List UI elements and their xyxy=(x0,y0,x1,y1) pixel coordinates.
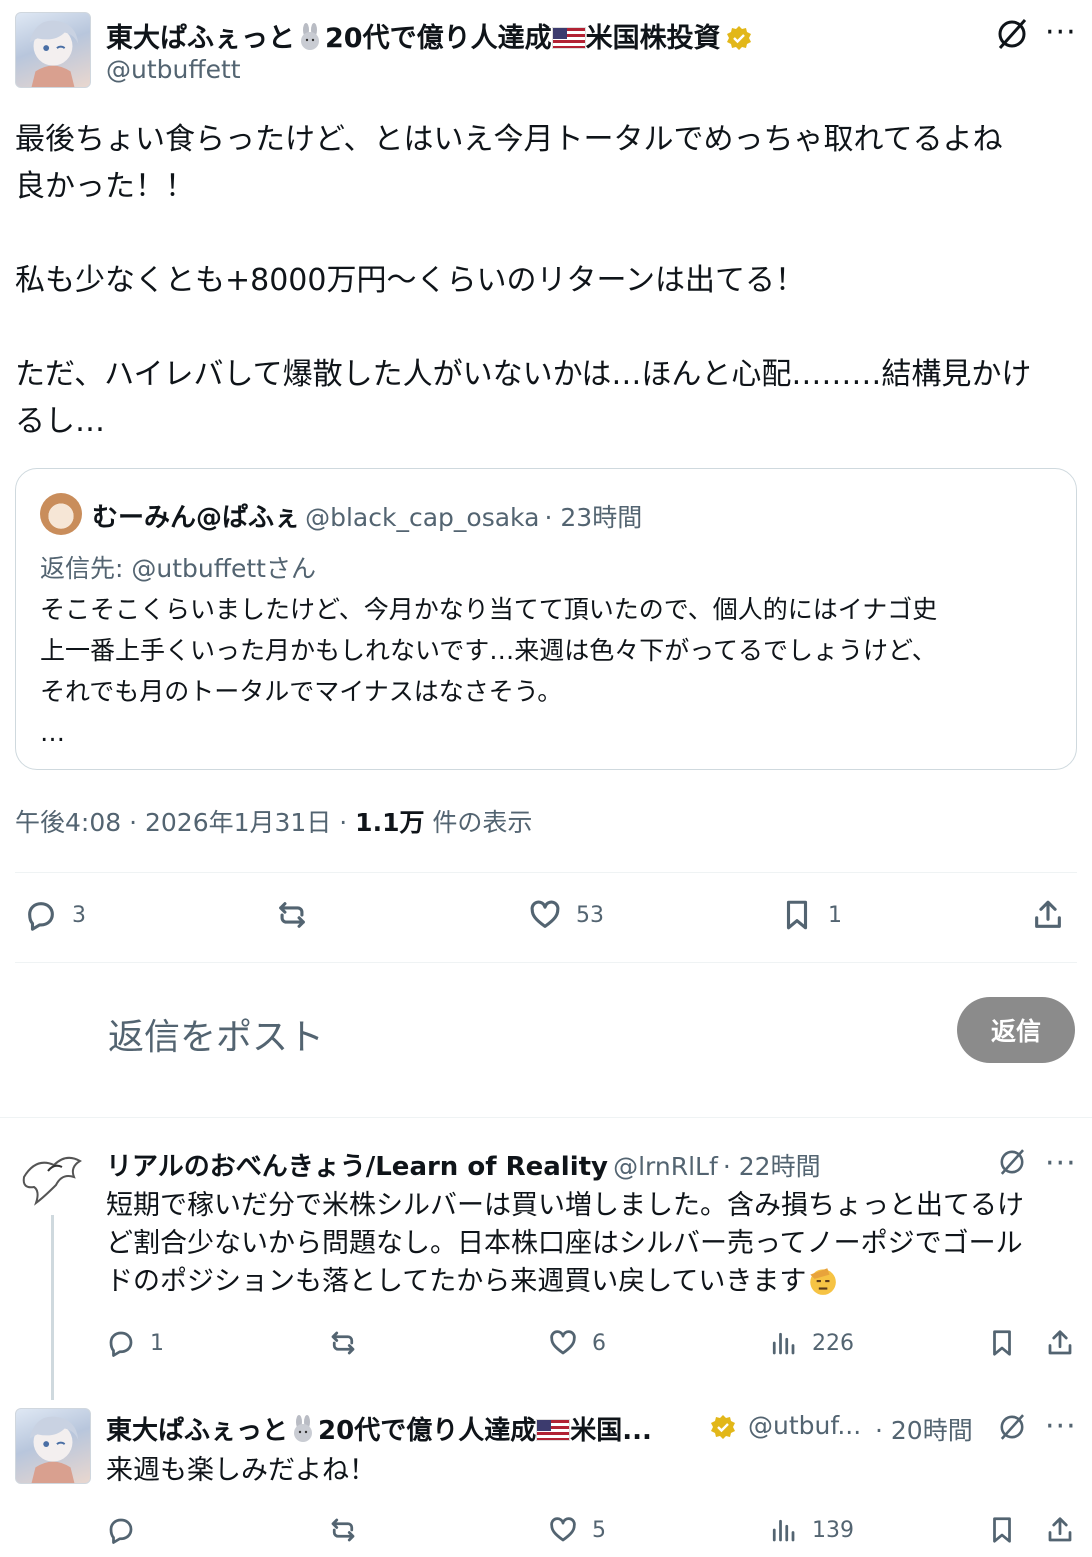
rabbit-emoji-icon xyxy=(301,23,319,50)
reply1-reply-action[interactable]: 1 xyxy=(106,1328,164,1358)
reply2-name-end: 米国... xyxy=(570,1416,652,1446)
rabbit-emoji-icon xyxy=(294,1415,313,1442)
repost-action[interactable] xyxy=(275,898,323,932)
reply2-view-count: 139 xyxy=(812,1517,854,1543)
grok-icon[interactable] xyxy=(995,1410,1029,1444)
bookmark-icon xyxy=(993,1517,1011,1543)
repost-icon xyxy=(279,902,305,928)
bookmark-icon xyxy=(993,1330,1011,1356)
author-name-row[interactable]: 東大ぱふぇっと 20代で億り人達成 米国株投資 xyxy=(106,16,752,55)
reply2-share-action[interactable] xyxy=(1045,1515,1075,1545)
share-icon xyxy=(1035,900,1061,928)
reply-action[interactable]: 3 xyxy=(24,898,86,932)
reply2-text: 来週も楽しみだよね！ xyxy=(106,1455,376,1486)
reply1-repost-action[interactable] xyxy=(328,1328,358,1358)
reply1-header: リアルのおべんきょう/Learn of Reality @lrnRlLf · 2… xyxy=(106,1146,821,1183)
like-count: 53 xyxy=(576,902,604,928)
more-options-icon[interactable]: ··· xyxy=(1045,1149,1077,1179)
divider xyxy=(15,962,1077,963)
quote-avatar xyxy=(40,493,82,535)
us-flag-icon xyxy=(551,27,586,49)
reply2-like-count: 5 xyxy=(592,1517,606,1543)
author-name-suffix: 20代で億り人達成 xyxy=(325,23,552,54)
reply2-bookmark-action[interactable] xyxy=(987,1515,1017,1545)
heart-icon xyxy=(530,900,560,928)
reply2-like-action[interactable]: 5 xyxy=(548,1515,606,1545)
like-action[interactable]: 53 xyxy=(528,898,604,932)
reply2-repost-action[interactable] xyxy=(328,1515,358,1545)
reply2-header: 東大ぱふぇっと 20代で億り人達成 米国... xyxy=(106,1410,652,1447)
grok-icon[interactable] xyxy=(992,14,1032,54)
reply2-time[interactable]: · 20時間 xyxy=(875,1411,973,1447)
quote-reply-to: 返信先: @utbuffettさん xyxy=(40,554,316,583)
reply1-share-action[interactable] xyxy=(1045,1328,1075,1358)
reply1-reply-count: 1 xyxy=(150,1330,164,1356)
reply1-views-action[interactable]: 226 xyxy=(768,1328,854,1358)
share-icon xyxy=(1048,1330,1072,1355)
reply2-reply-action[interactable] xyxy=(106,1515,136,1545)
reply1-name[interactable]: リアルのおべんきょう/Learn of Reality xyxy=(106,1152,608,1182)
repost-icon xyxy=(331,1331,355,1355)
reply1-time[interactable]: · 22時間 xyxy=(723,1152,821,1181)
reply-icon xyxy=(109,1518,133,1544)
reply2-handle[interactable]: @utbuf... xyxy=(748,1411,861,1440)
bookmark-action[interactable]: 1 xyxy=(780,898,842,932)
reply1-handle[interactable]: @lrnRlLf xyxy=(613,1152,718,1181)
reply2-views-action[interactable]: 139 xyxy=(768,1515,854,1545)
quote-author-name: むーみん@ぱふぇ xyxy=(92,503,301,533)
author-handle[interactable]: @utbuffett xyxy=(106,55,241,84)
reply-icon xyxy=(109,1331,133,1357)
repost-icon xyxy=(331,1518,355,1542)
post-meta: 午後4:08 · 2026年1月31日 · 1.1万 件の表示 xyxy=(15,803,532,839)
more-options-icon[interactable]: ··· xyxy=(1045,18,1077,48)
views-label: 件の表示 xyxy=(432,808,533,837)
reply1-bookmark-action[interactable] xyxy=(987,1328,1017,1358)
grok-icon[interactable] xyxy=(995,1145,1029,1179)
reply2-name[interactable]: 東大ぱふぇっと xyxy=(106,1416,288,1446)
reply1-avatar[interactable] xyxy=(14,1147,90,1207)
reply1-view-count: 226 xyxy=(812,1330,854,1356)
verified-badge-icon xyxy=(726,26,751,50)
views-chart-icon xyxy=(772,1332,795,1355)
post-text: 最後ちょい食らったけど、とはいえ今月トータルでめっちゃ取れてるよね 良かった！！… xyxy=(15,122,1032,439)
thread-line xyxy=(51,1215,54,1400)
reply2-avatar[interactable] xyxy=(15,1408,91,1484)
reply-compose-input[interactable]: 返信をポスト xyxy=(108,1008,324,1060)
quoted-post[interactable]: むーみん@ぱふぇ @black_cap_osaka · 23時間 返信先: @u… xyxy=(15,468,1077,770)
reply1-like-action[interactable]: 6 xyxy=(548,1328,606,1358)
quote-time: · 23時間 xyxy=(544,503,643,532)
post-timestamp[interactable]: 午後4:08 · 2026年1月31日 · xyxy=(15,808,355,837)
views-count: 1.1万 xyxy=(355,808,425,837)
views-chart-icon xyxy=(772,1519,795,1542)
quote-text: そこそこくらいましたけど、今月かなり当てて頂いたので、個人的にはイナゴ史 上一番… xyxy=(40,595,938,747)
reply2-name-mid: 20代で億り人達成 xyxy=(318,1416,537,1446)
author-name[interactable]: 東大ぱふぇっと xyxy=(106,23,295,54)
heart-icon xyxy=(550,1330,576,1355)
divider xyxy=(15,872,1077,873)
author-avatar[interactable] xyxy=(15,12,91,88)
share-icon xyxy=(1048,1517,1072,1542)
heart-icon xyxy=(550,1517,576,1542)
quote-author-handle: @black_cap_osaka xyxy=(305,503,540,532)
author-name-end: 米国株投資 xyxy=(585,23,721,54)
reply1-like-count: 6 xyxy=(592,1330,606,1356)
reply-icon xyxy=(28,902,54,931)
share-action[interactable] xyxy=(1031,898,1065,932)
divider xyxy=(0,1117,1092,1118)
more-options-icon[interactable]: ··· xyxy=(1045,1412,1077,1442)
reply-count: 3 xyxy=(72,902,86,928)
reply1-text-body: 短期で稼いだ分で米株シルバーは買い増しました。含み損ちょっと出てるけ ど割合少な… xyxy=(106,1190,1024,1297)
reply1-text: 短期で稼いだ分で米株シルバーは買い増しました。含み損ちょっと出てるけ ど割合少な… xyxy=(106,1187,1076,1301)
bookmark-icon xyxy=(786,900,808,930)
us-flag-icon xyxy=(536,1419,571,1441)
bookmark-count: 1 xyxy=(828,902,842,928)
reply-submit-button[interactable]: 返信 xyxy=(957,997,1075,1063)
saluting-face-emoji-icon xyxy=(810,1268,837,1295)
verified-badge-icon xyxy=(711,1415,735,1439)
